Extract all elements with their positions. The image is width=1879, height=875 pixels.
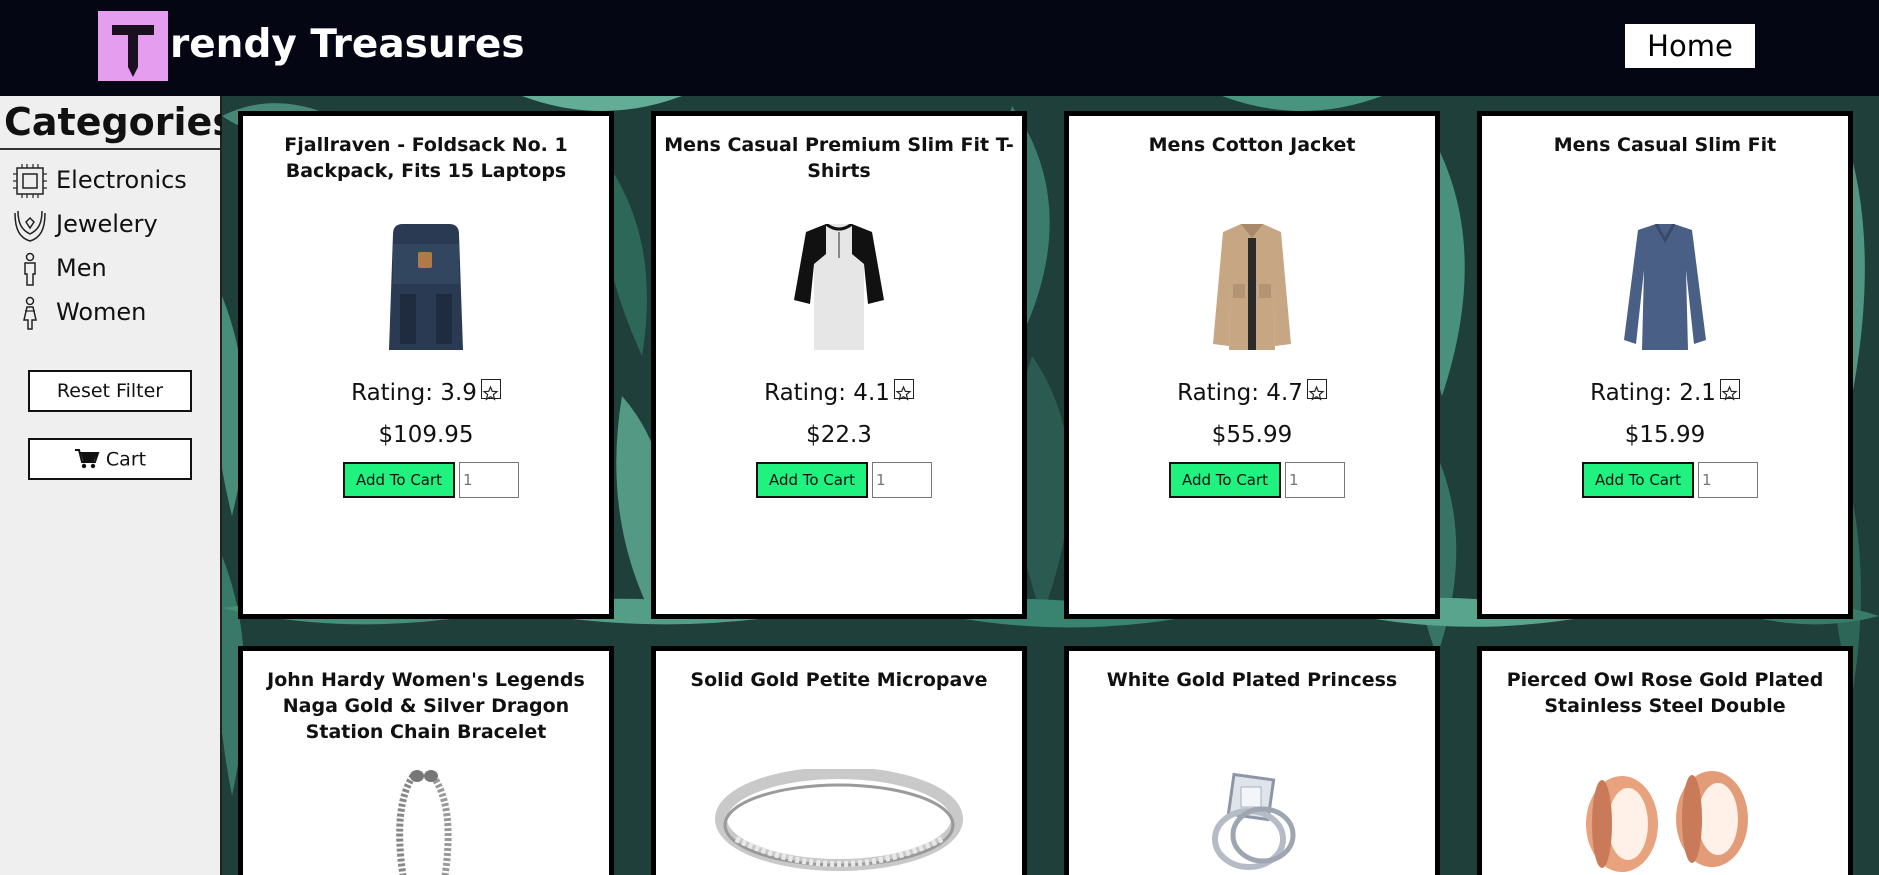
product-title: Mens Casual Slim Fit [1553,134,1777,156]
cart-icon [74,449,100,469]
product-card: Mens Casual Slim Fit Rating: 2.1 $15.99 … [1477,111,1853,619]
category-label: Electronics [56,166,187,194]
product-rating: Rating: 4.1 [656,378,1022,408]
product-price: $109.95 [378,422,474,448]
product-title: Fjallraven - Foldsack No. 1 Backpack, Fi… [284,134,568,182]
cart-button[interactable]: Cart [28,438,192,480]
rating-text: Rating: 3.9 [351,380,477,406]
product-card: John Hardy Women's Legends Naga Gold & S… [238,646,614,875]
rating-text: Rating: 4.1 [764,380,890,406]
product-image-ring[interactable] [656,769,1022,875]
product-title: Mens Cotton Jacket [1148,134,1356,156]
reset-filter-button[interactable]: Reset Filter [28,370,192,412]
product-image-princess-ring[interactable] [1069,769,1435,875]
product-image-plugs[interactable] [1482,769,1848,875]
woman-icon [23,296,37,330]
divider [0,148,220,150]
product-card: Mens Cotton Jacket Rating: 4.7 $55.99 Ad… [1064,111,1440,619]
category-label: Men [56,254,107,282]
product-image-jacket[interactable] [1069,224,1435,354]
logo[interactable] [98,11,168,81]
product-title: White Gold Plated Princess [1106,669,1398,691]
product-price: $22.3 [806,422,872,448]
product-title: Solid Gold Petite Micropave [690,669,988,691]
product-card: Solid Gold Petite Micropave [651,646,1027,875]
categories-heading: Categories [4,100,235,144]
product-card: White Gold Plated Princess [1064,646,1440,875]
add-to-cart-button[interactable]: Add To Cart [1582,462,1694,498]
product-image-backpack[interactable] [243,224,609,354]
brand-name: rendy Treasures [170,22,525,67]
site-header: rendy Treasures Home [0,0,1879,96]
category-electronics[interactable]: Electronics [12,162,212,198]
product-image-longsleeve[interactable] [1482,224,1848,354]
star-icon [1719,379,1740,401]
rating-text: Rating: 4.7 [1177,380,1303,406]
product-grid[interactable]: Fjallraven - Foldsack No. 1 Backpack, Fi… [222,96,1879,875]
add-to-cart-button[interactable]: Add To Cart [1169,462,1281,498]
category-men[interactable]: Men [12,250,212,286]
product-rating: Rating: 2.1 [1482,378,1848,408]
star-icon [1306,379,1327,401]
quantity-input[interactable] [872,462,932,498]
add-to-cart-button[interactable]: Add To Cart [343,462,455,498]
category-sidebar: Categories Electronics Jewelery Men Wome… [0,96,235,875]
product-title: John Hardy Women's Legends Naga Gold & S… [267,669,585,743]
add-to-cart-button[interactable]: Add To Cart [756,462,868,498]
chip-icon [13,164,47,198]
category-label: Women [56,298,147,326]
product-rating: Rating: 4.7 [1069,378,1435,408]
product-card: Mens Casual Premium Slim Fit T-Shirts Ra… [651,111,1027,619]
product-image-tshirt[interactable] [656,224,1022,354]
category-jewelery[interactable]: Jewelery [12,206,212,242]
rating-text: Rating: 2.1 [1590,380,1716,406]
necklace-icon [14,210,46,242]
product-rating: Rating: 3.9 [243,378,609,408]
star-icon [893,379,914,401]
man-icon [24,252,36,286]
home-button[interactable]: Home [1625,24,1755,68]
quantity-input[interactable] [1698,462,1758,498]
logo-letter-icon [112,25,154,77]
quantity-input[interactable] [459,462,519,498]
product-title: Pierced Owl Rose Gold Plated Stainless S… [1506,669,1824,717]
product-card: Pierced Owl Rose Gold Plated Stainless S… [1477,646,1853,875]
product-title: Mens Casual Premium Slim Fit T-Shirts [664,134,1014,182]
product-price: $55.99 [1211,422,1293,448]
product-image-bracelet[interactable] [243,766,609,875]
star-icon [480,379,501,401]
cart-label: Cart [105,448,147,471]
product-card: Fjallraven - Foldsack No. 1 Backpack, Fi… [238,111,614,619]
quantity-input[interactable] [1285,462,1345,498]
category-label: Jewelery [56,210,158,238]
product-price: $15.99 [1624,422,1706,448]
category-women[interactable]: Women [12,294,212,330]
